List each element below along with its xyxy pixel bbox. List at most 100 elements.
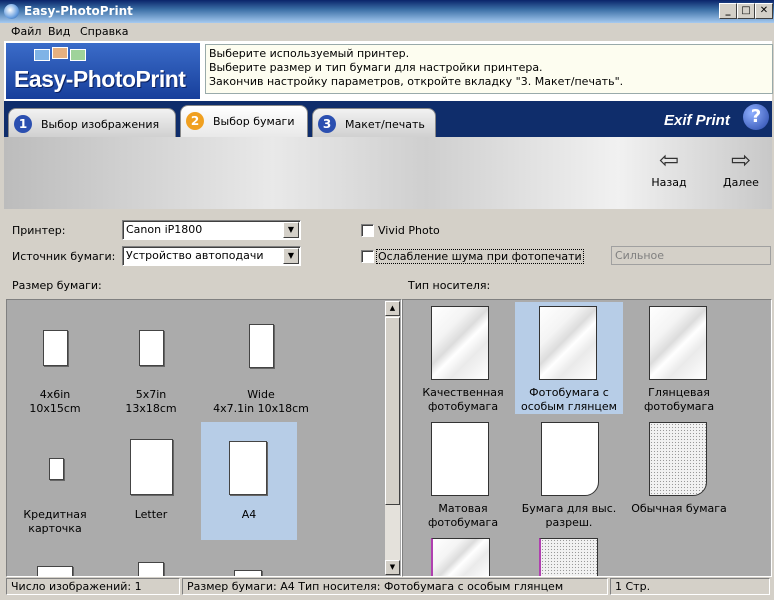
paper-size-item[interactable]: Кредитная карточка [7, 422, 103, 540]
instruction-line: Выберите используемый принтер. [209, 47, 410, 60]
window-title: Easy-PhotoPrint [24, 4, 133, 18]
scrollbar-thumb[interactable] [385, 317, 400, 505]
media-type-item[interactable]: Обычная бумага [625, 418, 733, 530]
vivid-photo-checkbox[interactable] [361, 224, 374, 237]
tab-layout-print[interactable]: 3 Макет/печать [312, 108, 436, 138]
tab-label: Выбор изображения [41, 118, 160, 131]
paper-size-item[interactable]: 5x7in 13x18cm [103, 302, 199, 420]
paper-size-line2: 4x7.1in 10x18cm [213, 402, 309, 415]
printer-value: Canon iP1800 [126, 223, 203, 236]
chevron-down-icon[interactable]: ▼ [283, 248, 299, 264]
paper-size-item[interactable]: Letter [103, 422, 199, 540]
media-preview [431, 422, 489, 496]
paper-size-panel: 4x6in 10x15cm 5x7in 13x18cm Wide 4x7.1in… [6, 299, 402, 577]
paper-preview [138, 562, 164, 576]
maximize-button[interactable]: □ [737, 3, 755, 19]
paper-preview [249, 324, 274, 368]
chevron-down-icon[interactable]: ▼ [283, 222, 299, 238]
instruction-line: Закончив настройку параметров, откройте … [209, 75, 624, 88]
paper-preview [43, 330, 68, 366]
media-type-line2: фотобумага [427, 516, 499, 529]
noise-level-select: Сильное [611, 246, 771, 265]
scroll-down-icon[interactable]: ▼ [385, 560, 400, 575]
printer-label: Принтер: [12, 224, 66, 237]
logo-photo-icon [52, 47, 68, 59]
media-type-line2: фотобумага [427, 400, 499, 413]
media-type-item[interactable]: Матовая фотобумага [409, 418, 517, 530]
back-label: Назад [651, 176, 687, 189]
tab-select-images[interactable]: 1 Выбор изображения [8, 108, 176, 138]
instruction-line: Выберите размер и тип бумаги для настрой… [209, 61, 543, 74]
paper-preview [234, 570, 262, 576]
media-type-line2: особым глянцем [521, 400, 617, 413]
media-preview [541, 422, 599, 496]
arrow-left-icon: ⇦ [658, 146, 680, 174]
back-button[interactable]: ⇦ Назад [646, 148, 692, 192]
arrow-right-icon: ⇨ [730, 146, 752, 174]
status-summary: Размер бумаги: A4 Тип носителя: Фотобума… [182, 578, 608, 595]
paper-source-value: Устройство автоподачи [126, 249, 264, 262]
minimize-button[interactable]: _ [719, 3, 737, 19]
paper-size-item-selected[interactable]: A4 [201, 422, 297, 540]
app-icon [4, 4, 19, 19]
menu-help[interactable]: Справка [80, 25, 128, 38]
exif-print-logo: Exif Print [664, 112, 730, 129]
tab-number: 2 [186, 112, 204, 130]
paper-size-line1: Letter [134, 508, 168, 521]
instructions-panel: Выберите используемый принтер. Выберите … [205, 44, 773, 94]
close-button[interactable]: ✕ [755, 3, 773, 19]
paper-size-line1: Кредитная [23, 508, 87, 521]
media-type-line1: Фотобумага с [529, 386, 609, 399]
media-type-item[interactable]: Глянцевая фотобумага [625, 302, 733, 414]
media-preview [431, 538, 490, 576]
media-type-line2: разреш. [545, 516, 593, 529]
paper-size-line1: A4 [241, 508, 257, 521]
media-preview [649, 306, 707, 380]
scroll-up-icon[interactable]: ▲ [385, 301, 400, 316]
media-type-heading: Тип носителя: [408, 279, 491, 292]
noise-reduction-label: Ослабление шума при фотопечати [376, 249, 584, 264]
tab-select-paper[interactable]: 2 Выбор бумаги [180, 105, 308, 138]
paper-preview [49, 458, 64, 480]
media-type-line1: Глянцевая [648, 386, 710, 399]
media-type-line2: фотобумага [643, 400, 715, 413]
paper-preview [229, 441, 267, 495]
paper-size-line2: карточка [28, 522, 82, 535]
media-preview [649, 422, 707, 496]
vivid-photo-label: Vivid Photo [378, 224, 440, 237]
media-type-item[interactable]: Бумага для выс. разреш. [515, 418, 623, 530]
media-type-line1: Качественная [422, 386, 504, 399]
media-preview [539, 306, 597, 380]
media-preview [539, 538, 598, 576]
printer-select[interactable]: Canon iP1800 ▼ [122, 220, 301, 240]
status-image-count: Число изображений: 1 [6, 578, 180, 595]
help-icon[interactable]: ? [743, 104, 769, 130]
paper-size-line2: 13x18cm [125, 402, 177, 415]
logo-photo-icon [70, 49, 86, 61]
paper-preview [37, 566, 73, 576]
paper-size-item[interactable]: Wide 4x7.1in 10x18cm [201, 302, 321, 420]
paper-source-select[interactable]: Устройство автоподачи ▼ [122, 246, 301, 266]
next-button[interactable]: ⇨ Далее [718, 148, 764, 192]
tab-label: Выбор бумаги [213, 115, 295, 128]
media-type-line1: Обычная бумага [631, 502, 727, 515]
next-label: Далее [723, 176, 759, 189]
media-type-line1: Бумага для выс. [521, 502, 617, 515]
tab-number: 3 [318, 115, 336, 133]
paper-preview [130, 439, 173, 495]
paper-size-line1: 4x6in [39, 388, 71, 401]
media-preview [431, 306, 489, 380]
menu-view[interactable]: Вид [48, 25, 70, 38]
menu-file[interactable]: Файл [11, 25, 41, 38]
logo-photo-icon [34, 49, 50, 61]
status-pages: 1 Стр. [610, 578, 770, 595]
paper-source-label: Источник бумаги: [12, 250, 116, 263]
tab-number: 1 [14, 115, 32, 133]
media-type-panel: Качественная фотобумага Фотобумага с осо… [402, 299, 772, 577]
paper-size-item[interactable]: 4x6in 10x15cm [7, 302, 103, 420]
logo-text: Easy-PhotoPrint [14, 66, 186, 92]
paper-preview [139, 330, 164, 366]
noise-reduction-checkbox[interactable] [361, 250, 374, 263]
media-type-item-selected[interactable]: Фотобумага с особым глянцем [515, 302, 623, 414]
media-type-item[interactable]: Качественная фотобумага [409, 302, 517, 414]
